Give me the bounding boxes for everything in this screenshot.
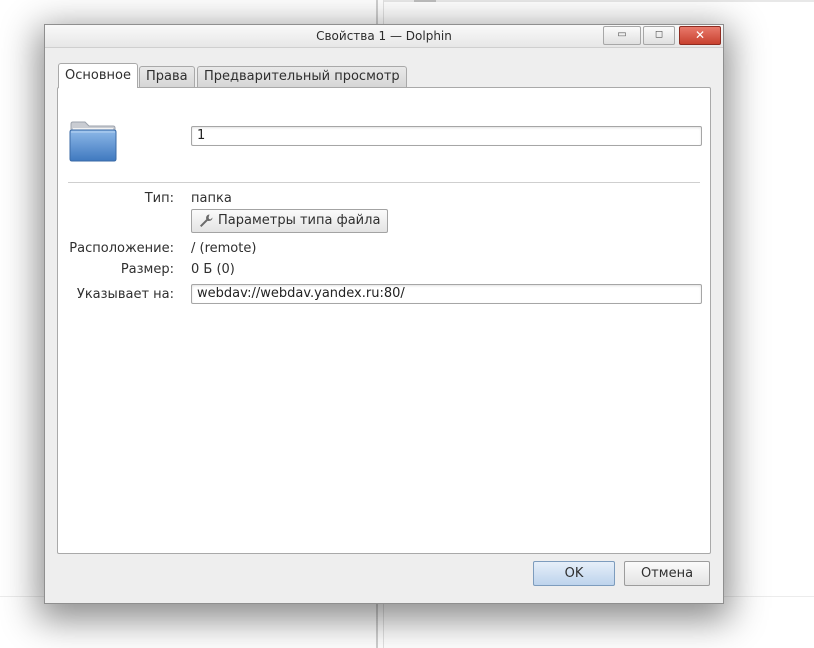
- general-tab-panel: 1 Тип: папка Параметры типа файла Распол…: [57, 87, 711, 554]
- file-type-options-label: Параметры типа файла: [218, 213, 381, 228]
- points-to-label: Указывает на:: [76, 287, 174, 302]
- tab-general[interactable]: Основное: [58, 63, 138, 88]
- separator: [68, 182, 700, 183]
- wrench-icon: [200, 214, 213, 227]
- close-button[interactable]: ✕: [679, 26, 721, 45]
- location-label: Расположение:: [69, 241, 174, 256]
- folder-icon[interactable]: [69, 120, 117, 162]
- cancel-button[interactable]: Отмена: [624, 561, 710, 586]
- type-value: папка: [191, 191, 232, 206]
- background-edge: [414, 0, 436, 2]
- file-type-options-button[interactable]: Параметры типа файла: [191, 209, 388, 233]
- size-value: 0 Б (0): [191, 262, 235, 277]
- points-to-input[interactable]: webdav://webdav.yandex.ru:80/: [191, 284, 702, 304]
- name-input[interactable]: 1: [191, 126, 702, 146]
- type-label: Тип:: [144, 191, 174, 206]
- tab-permissions[interactable]: Права: [139, 66, 195, 87]
- background-edge: [384, 0, 814, 2]
- properties-dialog: Свойства 1 — Dolphin ▭ ◻ ✕ Основное Прав…: [44, 24, 724, 604]
- ok-button[interactable]: OK: [533, 561, 615, 586]
- tab-preview[interactable]: Предварительный просмотр: [197, 66, 407, 87]
- title-bar[interactable]: Свойства 1 — Dolphin ▭ ◻ ✕: [45, 25, 723, 48]
- minimize-button[interactable]: ▭: [603, 26, 641, 45]
- location-value: / (remote): [191, 241, 257, 256]
- size-label: Размер:: [120, 262, 174, 277]
- maximize-button[interactable]: ◻: [643, 26, 675, 45]
